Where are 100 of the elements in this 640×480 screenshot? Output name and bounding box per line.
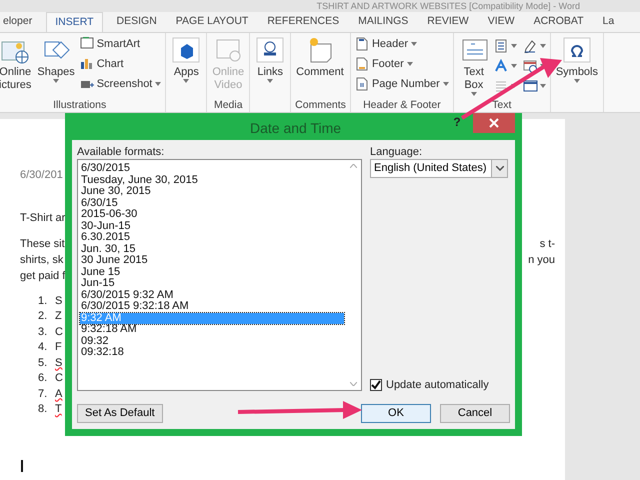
formats-list[interactable]: 6/30/2015 Tuesday, June 30, 2015 June 30, 2015 6/30/15 2015-06-30 30-Jun-15 6.30.2015 Jun. 30, 15 30 June 2015 June 15 Jun-15 6/30/2015 9:32 AM 6/30/2015 9:32:18 AM 9:32 AM 9:32:18 AM 09:32 09:32:18	[77, 159, 362, 391]
ribbon-tab[interactable]: DESIGN	[112, 12, 162, 32]
list-number: 3.	[38, 324, 48, 340]
body-text: These sit	[20, 236, 65, 252]
chevron-down-icon	[496, 166, 504, 171]
cube-icon	[171, 36, 202, 64]
dialog-button[interactable]: OK	[361, 404, 431, 422]
list-option[interactable]: 6/30/2015	[80, 163, 344, 174]
list-text: S	[55, 356, 62, 370]
caret-icon	[540, 44, 546, 48]
list-option[interactable]: June 15	[80, 266, 344, 278]
ribbon-tab[interactable]: REVIEW	[422, 12, 474, 32]
close-button[interactable]	[473, 113, 515, 133]
ribbon-button[interactable]: Header	[354, 36, 449, 52]
pen-icon	[522, 39, 538, 53]
ribbon-button[interactable]	[522, 78, 546, 94]
caret-icon	[155, 82, 162, 86]
list-option[interactable]: 9:32:18 AM	[80, 324, 344, 336]
document-icon	[494, 39, 509, 53]
group-label: Comments	[295, 99, 346, 111]
list-option[interactable]: 2015-06-30	[80, 209, 344, 220]
body-text: T-Shirt ar	[20, 210, 66, 226]
group-label: Illustrations	[53, 99, 106, 111]
list-option[interactable]: 30 June 2015	[80, 255, 344, 266]
checkbox-label: Update automatically	[386, 378, 489, 392]
ribbon-tab[interactable]: PAGE LAYOUT	[170, 12, 254, 32]
ribbon-button[interactable]: Comment	[295, 36, 345, 79]
field-label: Language:	[370, 145, 422, 159]
dialog-title: Date and Time	[250, 119, 342, 138]
list-number: 6.	[38, 371, 48, 386]
ribbon-button[interactable]: Online ictures	[0, 36, 32, 92]
checkmark-icon	[371, 380, 381, 390]
ribbon-tab[interactable]: MAILINGS	[353, 12, 414, 32]
list-option[interactable]: 09:32	[80, 336, 344, 347]
list-number: 1.	[38, 294, 48, 308]
language-dropdown[interactable]: English (United States)	[370, 159, 508, 178]
caret-icon	[540, 84, 546, 88]
ribbon-button[interactable]: Screenshot	[80, 76, 162, 92]
caret-icon	[442, 82, 449, 86]
ribbon-button[interactable]	[522, 38, 546, 54]
ribbon-tab[interactable]: REFERENCES	[262, 12, 344, 32]
ribbon-button[interactable]	[494, 58, 517, 74]
text-cursor-icon	[20, 460, 24, 472]
bar-chart-icon	[80, 57, 94, 71]
page-footer-icon	[354, 57, 369, 71]
window-title: TSHIRT AND ARTWORK WEBSITES [Compatibility Mode] - Word	[316, 0, 580, 12]
help-button[interactable]: ?	[445, 113, 469, 131]
ribbon-button[interactable]: Links	[254, 36, 286, 83]
list-option[interactable]: Jun. 30, 15	[80, 244, 344, 255]
omega-icon	[562, 36, 592, 64]
ribbon-tab[interactable]: eloper	[0, 12, 38, 32]
list-text: A	[55, 386, 62, 402]
lines-icon	[494, 79, 509, 93]
list-option[interactable]: 6/30/15	[80, 198, 344, 209]
list-text: F	[55, 340, 62, 355]
body-text: n you	[528, 252, 555, 268]
caret-icon	[183, 79, 190, 83]
list-number: 5.	[38, 356, 48, 370]
calendar-clock-icon	[522, 59, 538, 73]
ribbon-button[interactable]: Page Number	[354, 76, 449, 92]
list-text: Z	[55, 309, 62, 324]
list-text: C	[55, 324, 63, 340]
scroll-down-icon	[350, 382, 357, 386]
list-option[interactable]: 6/30/2015 9:32:18 AM	[80, 301, 344, 312]
set-default-button[interactable]: Set As Default	[77, 404, 163, 422]
date-text: 6/30/201	[20, 168, 63, 183]
body-text: s t-	[540, 236, 555, 252]
group-label: Header & Footer	[363, 99, 441, 111]
ribbon-button[interactable]: Symbols	[554, 36, 599, 83]
group-label: Media	[214, 99, 243, 111]
caret-icon	[267, 79, 274, 83]
ribbon-button[interactable]: SmartArt	[80, 36, 162, 52]
ribbon-button[interactable]: Footer	[354, 56, 449, 72]
page-header-icon	[354, 37, 369, 51]
ribbon-tab[interactable]: La	[598, 12, 620, 32]
ribbon-button[interactable]: Text Box	[458, 36, 490, 96]
ribbon-button[interactable]	[494, 38, 517, 54]
list-option[interactable]: Jun-15	[80, 278, 344, 290]
list-option[interactable]: 6/30/2015 9:32 AM	[80, 290, 344, 301]
scroll-up-icon	[350, 164, 357, 168]
list-text: C	[55, 371, 63, 386]
list-option[interactable]: 30-Jun-15	[80, 220, 344, 232]
ribbon-button[interactable]: Apps	[170, 36, 202, 83]
caret-icon	[406, 62, 413, 66]
list-option[interactable]: 6.30.2015	[80, 232, 344, 244]
ribbon-button[interactable]: Chart	[80, 56, 162, 72]
caret-icon	[411, 42, 418, 46]
list-option[interactable]: June 30, 2015	[80, 186, 344, 198]
ribbon-tab[interactable]: VIEW	[482, 12, 520, 32]
checkbox[interactable]	[370, 378, 382, 391]
dialog-button[interactable]: Cancel	[440, 404, 510, 422]
ribbon-tab[interactable]: INSERT	[46, 12, 103, 32]
list-option[interactable]: Tuesday, June 30, 2015	[80, 174, 344, 186]
caret-icon	[574, 79, 580, 83]
letter-a-icon	[494, 59, 509, 73]
list-option[interactable]: 09:32:18	[80, 347, 344, 358]
ribbon-tab[interactable]: ACROBAT	[528, 12, 589, 32]
list-number: 7.	[38, 386, 48, 402]
list-number: 2.	[38, 309, 48, 324]
ribbon-button[interactable]: Shapes	[36, 36, 76, 83]
